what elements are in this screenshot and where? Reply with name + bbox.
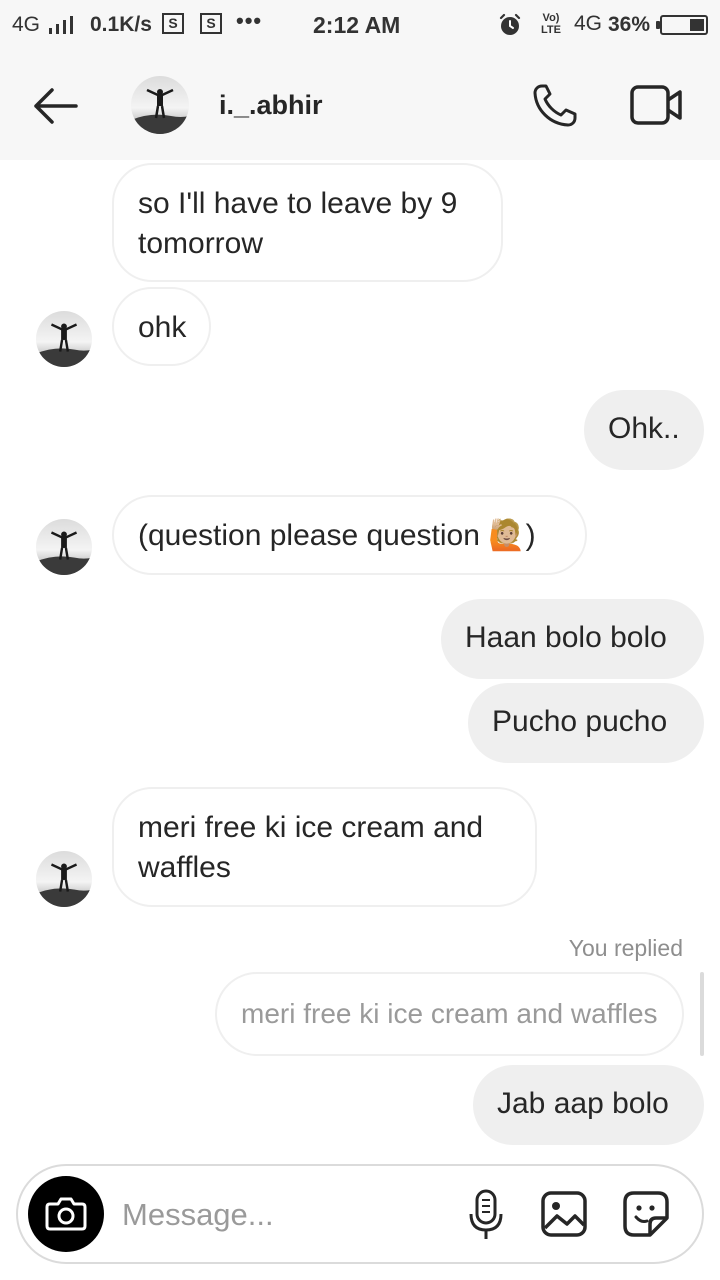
app-root: 4G 0.1K/s S S ••• 2:12 AM Vo) LTE 4G 36% xyxy=(0,0,720,1280)
video-camera-icon[interactable] xyxy=(628,82,684,128)
alarm-icon xyxy=(499,13,521,35)
avatar[interactable] xyxy=(36,311,92,367)
screenshot-icon: S xyxy=(162,13,184,34)
avatar[interactable] xyxy=(131,76,189,134)
clock: 2:12 AM xyxy=(313,12,401,38)
replied-label: You replied xyxy=(568,935,683,961)
profile-photo xyxy=(131,76,189,134)
avatar[interactable] xyxy=(36,851,92,907)
volte-icon: Vo) LTE xyxy=(541,12,561,36)
message-bubble-outgoing[interactable]: Jab aap bolo xyxy=(473,1065,704,1145)
gallery-icon[interactable] xyxy=(540,1190,588,1238)
profile-photo xyxy=(36,311,92,367)
signal-icon xyxy=(49,16,73,34)
message-bubble-incoming[interactable]: (question please question 🙋🏼) xyxy=(112,495,587,575)
battery-percent: 36% xyxy=(608,13,651,36)
sticker-icon[interactable] xyxy=(622,1190,670,1238)
message-bubble-outgoing[interactable]: Ohk.. xyxy=(584,390,704,470)
contact-username[interactable]: i._.abhir xyxy=(219,90,323,121)
phone-icon[interactable] xyxy=(528,80,582,130)
microphone-icon[interactable] xyxy=(466,1188,506,1242)
message-input[interactable] xyxy=(122,1192,442,1238)
message-bubble-incoming[interactable]: meri free ki ice cream and waffles xyxy=(112,787,537,907)
reply-indicator-bar xyxy=(700,972,704,1056)
network-type-secondary: 4G xyxy=(574,12,603,35)
back-arrow-icon[interactable] xyxy=(28,84,84,128)
quoted-message[interactable]: meri free ki ice cream and waffles xyxy=(215,972,684,1056)
message-bubble-incoming[interactable]: ohk xyxy=(112,287,211,366)
camera-button[interactable] xyxy=(28,1176,104,1252)
more-notifications-icon: ••• xyxy=(236,8,263,33)
battery-icon xyxy=(656,15,708,35)
camera-icon xyxy=(45,1197,87,1231)
message-bubble-incoming[interactable]: so I'll have to leave by 9 tomorrow xyxy=(112,163,503,282)
screenshot-icon: S xyxy=(200,13,222,34)
avatar[interactable] xyxy=(36,519,92,575)
message-bubble-outgoing[interactable]: Pucho pucho xyxy=(468,683,704,763)
network-speed: 0.1K/s xyxy=(90,13,152,36)
profile-photo xyxy=(36,851,92,907)
status-bar: 4G 0.1K/s S S ••• 2:12 AM Vo) LTE 4G 36% xyxy=(0,0,720,52)
profile-photo xyxy=(36,519,92,575)
chat-header: i._.abhir xyxy=(0,52,720,160)
network-type: 4G xyxy=(12,13,41,36)
message-composer xyxy=(16,1164,704,1264)
message-bubble-outgoing[interactable]: Haan bolo bolo xyxy=(441,599,704,679)
battery-level xyxy=(690,19,704,31)
